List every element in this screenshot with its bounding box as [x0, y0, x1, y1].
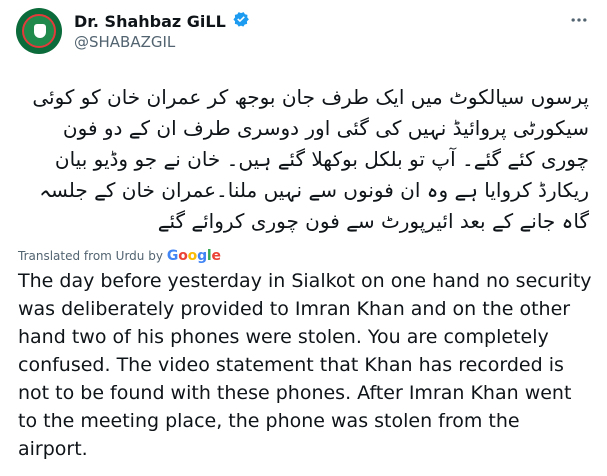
author-handle[interactable]: @SHABAZGIL — [74, 33, 175, 51]
verified-badge-icon — [232, 10, 250, 32]
avatar[interactable] — [16, 8, 62, 54]
translated-label: Translated from Urdu by — [18, 249, 163, 263]
google-logo: Google — [166, 248, 221, 264]
translation-attribution: Translated from Urdu by Google — [18, 248, 221, 264]
tweet-english-translation: The day before yesterday in Sialkot on o… — [18, 270, 592, 460]
party-logo-icon — [22, 14, 56, 48]
tweet-urdu-text: پرسوں سیالکوٹ میں ایک طرف جان بوجھ کر عم… — [32, 85, 589, 233]
more-options-icon[interactable] — [569, 10, 589, 34]
author-name[interactable]: Dr. Shahbaz GiLL — [74, 12, 226, 31]
